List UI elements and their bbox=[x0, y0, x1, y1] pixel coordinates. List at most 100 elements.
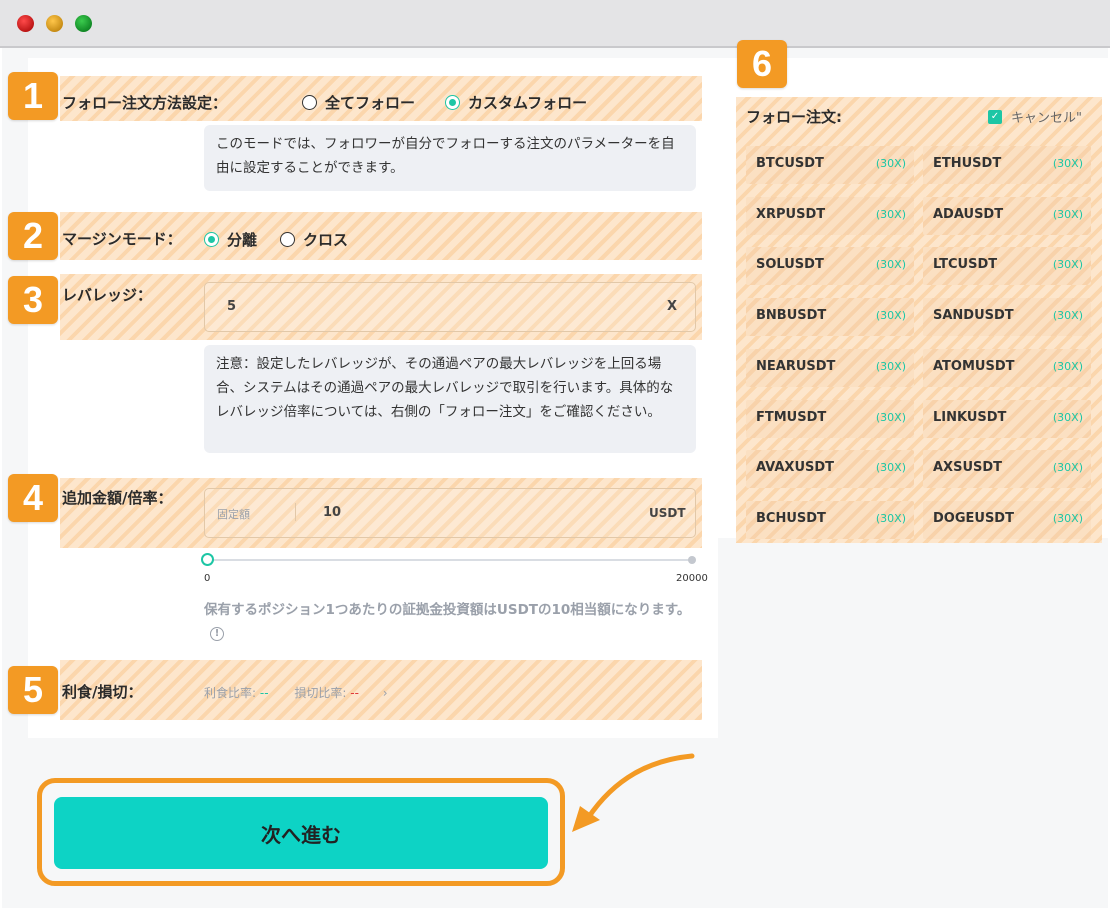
amount-value: 10 bbox=[323, 505, 342, 520]
tp-sl-summary[interactable]: 利食比率: -- 損切比率: -- › bbox=[204, 684, 388, 701]
pair-item[interactable]: LTCUSDT (30X) bbox=[923, 247, 1091, 286]
pair-leverage: (30X) bbox=[1052, 309, 1083, 323]
step-badge-3: 3 bbox=[8, 276, 58, 324]
pair-leverage: (30X) bbox=[1052, 359, 1083, 373]
pair-leverage: (30X) bbox=[875, 207, 906, 221]
pair-item[interactable]: SOLUSDT (30X) bbox=[746, 247, 914, 286]
leverage-value: 5 bbox=[227, 299, 237, 314]
pair-symbol: SANDUSDT bbox=[933, 308, 1014, 324]
stop-loss-value: -- bbox=[350, 686, 359, 700]
pair-leverage: (30X) bbox=[875, 309, 906, 323]
pair-item[interactable]: XRPUSDT (30X) bbox=[746, 196, 914, 235]
isolated-margin-radio[interactable]: 分離 bbox=[204, 229, 257, 250]
follow-all-label: 全てフォロー bbox=[325, 94, 416, 112]
pair-item[interactable]: LINKUSDT (30X) bbox=[923, 399, 1091, 438]
step-badge-4: 4 bbox=[8, 474, 58, 522]
pair-item[interactable]: BNBUSDT (30X) bbox=[746, 298, 914, 337]
margin-mode-label: マージンモード： bbox=[62, 230, 182, 248]
pair-symbol: BCHUSDT bbox=[756, 510, 826, 526]
pair-item[interactable]: SANDUSDT (30X) bbox=[923, 298, 1091, 337]
close-window-button[interactable] bbox=[17, 15, 34, 32]
pair-symbol: ATOMUSDT bbox=[933, 358, 1015, 374]
amount-unit: USDT bbox=[649, 506, 686, 520]
radio-selected-icon bbox=[445, 95, 460, 110]
take-profit-label: 利食比率: bbox=[204, 686, 257, 700]
pair-leverage: (30X) bbox=[875, 359, 906, 373]
pair-leverage: (30X) bbox=[875, 157, 906, 170]
pair-symbol: SOLUSDT bbox=[756, 257, 824, 273]
pair-leverage: (30X) bbox=[875, 511, 906, 525]
cancel-label: キャンセル" bbox=[1011, 111, 1082, 126]
pair-leverage: (30X) bbox=[875, 410, 906, 424]
tp-sl-label: 利食/損切： bbox=[62, 683, 143, 701]
amount-note-text: 保有するポジション1つあたりの証拠金投資額はUSDTの10相当額になります。 bbox=[204, 602, 691, 618]
pair-symbol: XRPUSDT bbox=[756, 206, 826, 222]
follow-method-label: フォロー注文方法設定： bbox=[62, 94, 228, 112]
custom-follow-label: カスタムフォロー bbox=[468, 94, 588, 112]
take-profit-value: -- bbox=[259, 686, 269, 700]
custom-follow-radio[interactable]: カスタムフォロー bbox=[445, 92, 587, 113]
pair-leverage: (30X) bbox=[1052, 207, 1083, 221]
chevron-right-icon: › bbox=[382, 686, 388, 700]
pair-item[interactable]: BTCUSDT (30X) bbox=[746, 146, 914, 184]
amount-note: 保有するポジション1つあたりの証拠金投資額はUSDTの10相当額になります。 ! bbox=[204, 598, 698, 646]
pair-leverage: (30X) bbox=[1052, 410, 1083, 424]
cross-margin-label: クロス bbox=[303, 231, 349, 249]
amount-divider bbox=[295, 503, 296, 521]
pair-item[interactable]: NEARUSDT (30X) bbox=[746, 348, 914, 387]
pair-leverage: (30X) bbox=[1052, 511, 1083, 525]
arrow-icon bbox=[572, 753, 695, 832]
maximize-window-button[interactable] bbox=[75, 15, 92, 32]
pair-symbol: BNBUSDT bbox=[756, 308, 827, 324]
pair-leverage: (30X) bbox=[1052, 258, 1083, 272]
pair-item[interactable]: ADAUSDT (30X) bbox=[923, 196, 1091, 235]
slider-min-label: 0 bbox=[204, 573, 211, 584]
checkbox-checked-icon: ✓ bbox=[988, 109, 1002, 124]
cross-margin-radio[interactable]: クロス bbox=[280, 229, 348, 250]
pair-item[interactable]: ETHUSDT (30X) bbox=[923, 146, 1091, 184]
pair-item[interactable]: FTMUSDT (30X) bbox=[746, 399, 914, 438]
pair-item[interactable]: AXSUSDT (30X) bbox=[923, 450, 1091, 489]
radio-selected-icon bbox=[204, 232, 219, 247]
pair-symbol: NEARUSDT bbox=[756, 358, 836, 374]
radio-unselected-icon bbox=[280, 232, 295, 247]
info-circle-icon[interactable]: ! bbox=[210, 627, 224, 641]
leverage-note: 注意：設定したレバレッジが、その通過ペアの最大レバレッジを上回る場合、システムは… bbox=[204, 345, 696, 453]
pair-item[interactable]: AVAXUSDT (30X) bbox=[746, 450, 914, 489]
radio-unselected-icon bbox=[302, 95, 317, 110]
follow-orders-title: フォロー注文: bbox=[746, 108, 842, 126]
slider-max-label: 20000 bbox=[676, 573, 708, 584]
pair-leverage: (30X) bbox=[875, 258, 906, 272]
leverage-input[interactable]: 5 X bbox=[204, 282, 696, 332]
step-badge-1: 1 bbox=[8, 72, 58, 120]
isolated-margin-label: 分離 bbox=[227, 231, 258, 249]
pair-symbol: LINKUSDT bbox=[933, 409, 1007, 425]
stop-loss-label: 損切比率: bbox=[294, 686, 347, 700]
amount-slider-handle[interactable] bbox=[201, 553, 214, 566]
pair-leverage: (30X) bbox=[875, 461, 906, 475]
step-badge-2: 2 bbox=[8, 212, 58, 260]
leverage-unit: X bbox=[667, 299, 678, 314]
pair-symbol: AVAXUSDT bbox=[756, 460, 835, 476]
pair-symbol: AXSUSDT bbox=[933, 460, 1003, 476]
cancel-checkbox[interactable]: ✓ キャンセル" bbox=[988, 107, 1082, 126]
follow-all-radio[interactable]: 全てフォロー bbox=[302, 92, 415, 113]
pair-leverage: (30X) bbox=[1052, 157, 1083, 170]
amount-input[interactable]: 固定額 10 USDT bbox=[204, 488, 696, 538]
step-badge-5: 5 bbox=[8, 666, 58, 714]
pair-leverage: (30X) bbox=[1052, 461, 1083, 475]
minimize-window-button[interactable] bbox=[46, 15, 63, 32]
pair-item[interactable]: DOGEUSDT (30X) bbox=[923, 500, 1091, 539]
pair-symbol: DOGEUSDT bbox=[933, 510, 1014, 526]
amount-type-label: 固定額 bbox=[217, 508, 250, 521]
pair-item[interactable]: ATOMUSDT (30X) bbox=[923, 348, 1091, 387]
amount-slider-track[interactable] bbox=[207, 559, 694, 561]
step-badge-6: 6 bbox=[737, 40, 787, 88]
next-button[interactable]: 次へ進む bbox=[54, 797, 548, 869]
pair-item[interactable]: BCHUSDT (30X) bbox=[746, 500, 914, 539]
follow-method-note: このモードでは、フォロワーが自分でフォローする注文のパラメーターを自由に設定する… bbox=[204, 125, 696, 191]
pair-symbol: ETHUSDT bbox=[933, 156, 1002, 171]
pair-symbol: ADAUSDT bbox=[933, 206, 1004, 222]
pair-symbol: BTCUSDT bbox=[756, 156, 824, 171]
window-titlebar bbox=[0, 0, 1110, 48]
